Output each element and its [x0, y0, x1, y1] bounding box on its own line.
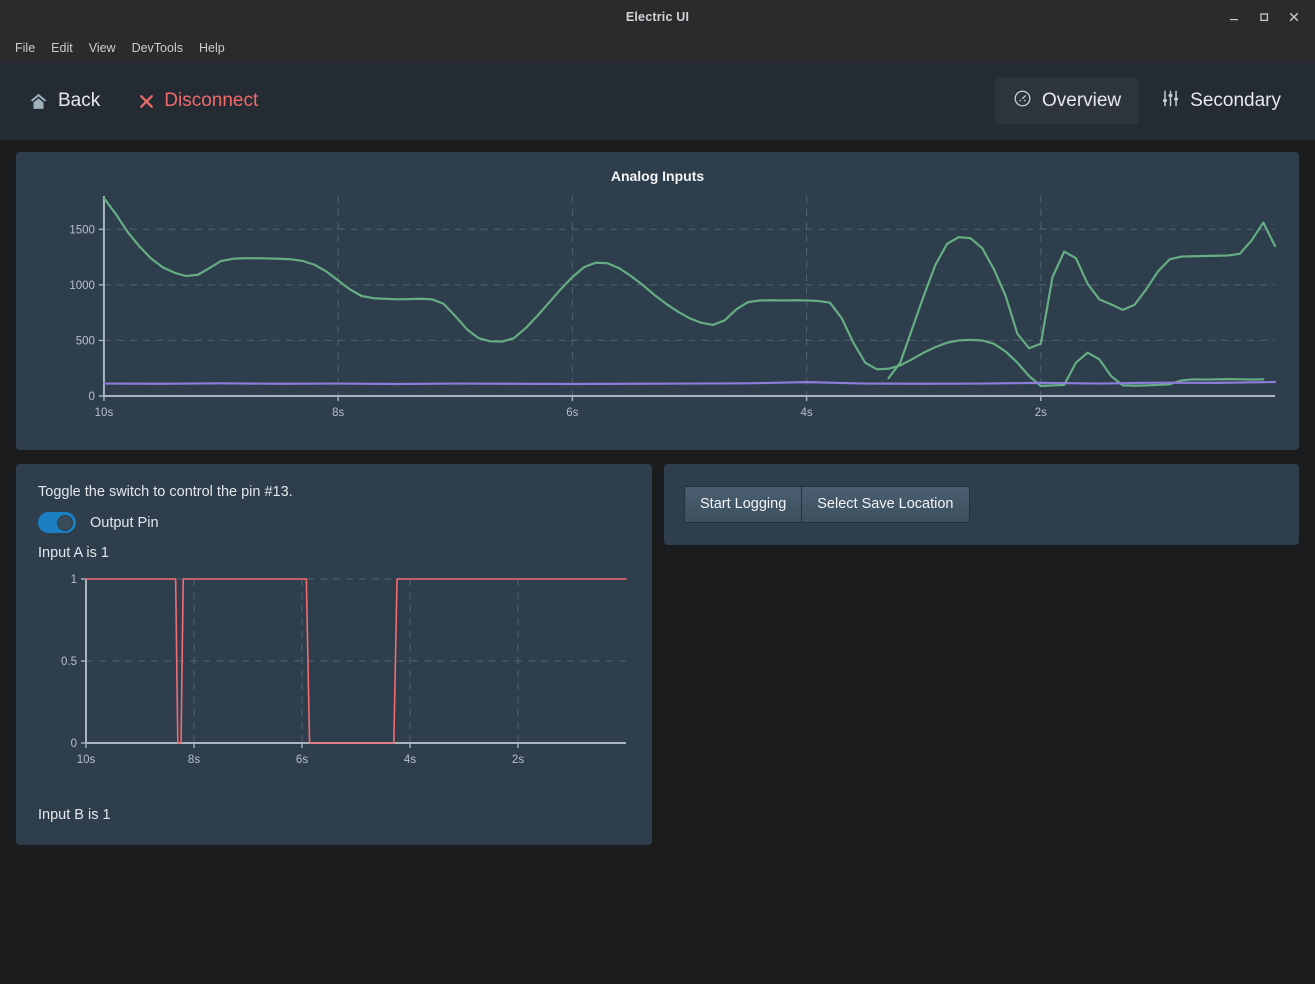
main-content: Analog Inputs 0 500 1000 1500 10s 8s 6s 4s 2s To…	[0, 140, 1315, 845]
menu-bar: File Edit View DevTools Help	[0, 34, 1315, 62]
svg-text:4s: 4s	[801, 407, 813, 419]
back-button[interactable]: Back	[16, 82, 112, 120]
header-tabs: Overview Secondary	[994, 78, 1299, 124]
menu-item-file[interactable]: File	[8, 38, 42, 58]
menu-item-devtools[interactable]: DevTools	[125, 38, 190, 58]
svg-text:0.5: 0.5	[61, 656, 77, 668]
output-pin-label: Output Pin	[90, 514, 159, 531]
svg-text:4s: 4s	[404, 754, 416, 766]
analog-inputs-title: Analog Inputs	[610, 168, 705, 184]
disconnect-button[interactable]: Disconnect	[126, 82, 270, 120]
window-controls	[1219, 0, 1309, 34]
disconnect-button-label: Disconnect	[164, 90, 259, 111]
header-left-actions: Back Disconnect	[16, 82, 270, 120]
svg-text:1000: 1000	[69, 280, 95, 292]
tab-overview-label: Overview	[1041, 90, 1122, 111]
close-x-icon	[138, 93, 155, 110]
svg-text:0: 0	[89, 391, 95, 403]
svg-text:6s: 6s	[566, 407, 578, 419]
svg-text:10s: 10s	[77, 754, 96, 766]
menu-item-edit[interactable]: Edit	[44, 38, 80, 58]
maximize-button[interactable]	[1249, 0, 1279, 34]
window-title: Electric UI	[625, 10, 690, 24]
analog-inputs-chart[interactable]: 0 500 1000 1500 10s 8s 6s 4s 2s	[26, 190, 1289, 430]
app-header: Back Disconnect Overview Secondary	[0, 62, 1315, 140]
tab-secondary[interactable]: Secondary	[1143, 78, 1299, 124]
output-pin-toggle[interactable]	[38, 512, 76, 533]
home-icon	[28, 91, 49, 112]
svg-text:6s: 6s	[296, 754, 308, 766]
logging-panel: Start Logging Select Save Location	[664, 464, 1299, 546]
menu-item-view[interactable]: View	[82, 38, 123, 58]
svg-text:1: 1	[71, 574, 77, 586]
title-bar: Electric UI	[0, 0, 1315, 34]
select-save-location-button[interactable]: Select Save Location	[802, 486, 970, 524]
sliders-icon	[1161, 89, 1180, 113]
analog-inputs-panel: Analog Inputs 0 500 1000 1500 10s 8s 6s 4s 2s	[16, 152, 1299, 450]
pin-hint-text: Toggle the switch to control the pin #13…	[38, 484, 293, 500]
input-a-chart[interactable]: 0 0.5 1 10s 8s 6s 4s 2s	[38, 569, 634, 781]
tab-overview[interactable]: Overview	[994, 78, 1140, 124]
svg-text:2s: 2s	[1035, 407, 1047, 419]
svg-text:8s: 8s	[332, 407, 344, 419]
toggle-knob	[57, 514, 73, 531]
start-logging-button[interactable]: Start Logging	[684, 486, 803, 524]
svg-text:10s: 10s	[95, 407, 114, 419]
output-pin-row: Output Pin	[38, 512, 632, 533]
close-button[interactable]	[1279, 0, 1309, 34]
pin-control-panel: Toggle the switch to control the pin #13…	[16, 464, 652, 845]
back-button-label: Back	[58, 90, 101, 111]
lower-row: Toggle the switch to control the pin #13…	[16, 464, 1299, 845]
minimize-button[interactable]	[1219, 0, 1249, 34]
input-a-reading: Input A is 1	[38, 545, 109, 561]
svg-text:500: 500	[76, 335, 95, 347]
input-b-reading: Input B is 1	[38, 807, 111, 823]
svg-text:0: 0	[71, 738, 77, 750]
svg-text:2s: 2s	[512, 754, 524, 766]
dashboard-gauge-icon	[1013, 89, 1032, 113]
svg-text:1500: 1500	[69, 224, 95, 236]
svg-text:8s: 8s	[188, 754, 200, 766]
logging-button-group: Start Logging Select Save Location	[684, 486, 1279, 524]
tab-secondary-label: Secondary	[1190, 90, 1281, 111]
menu-item-help[interactable]: Help	[192, 38, 232, 58]
